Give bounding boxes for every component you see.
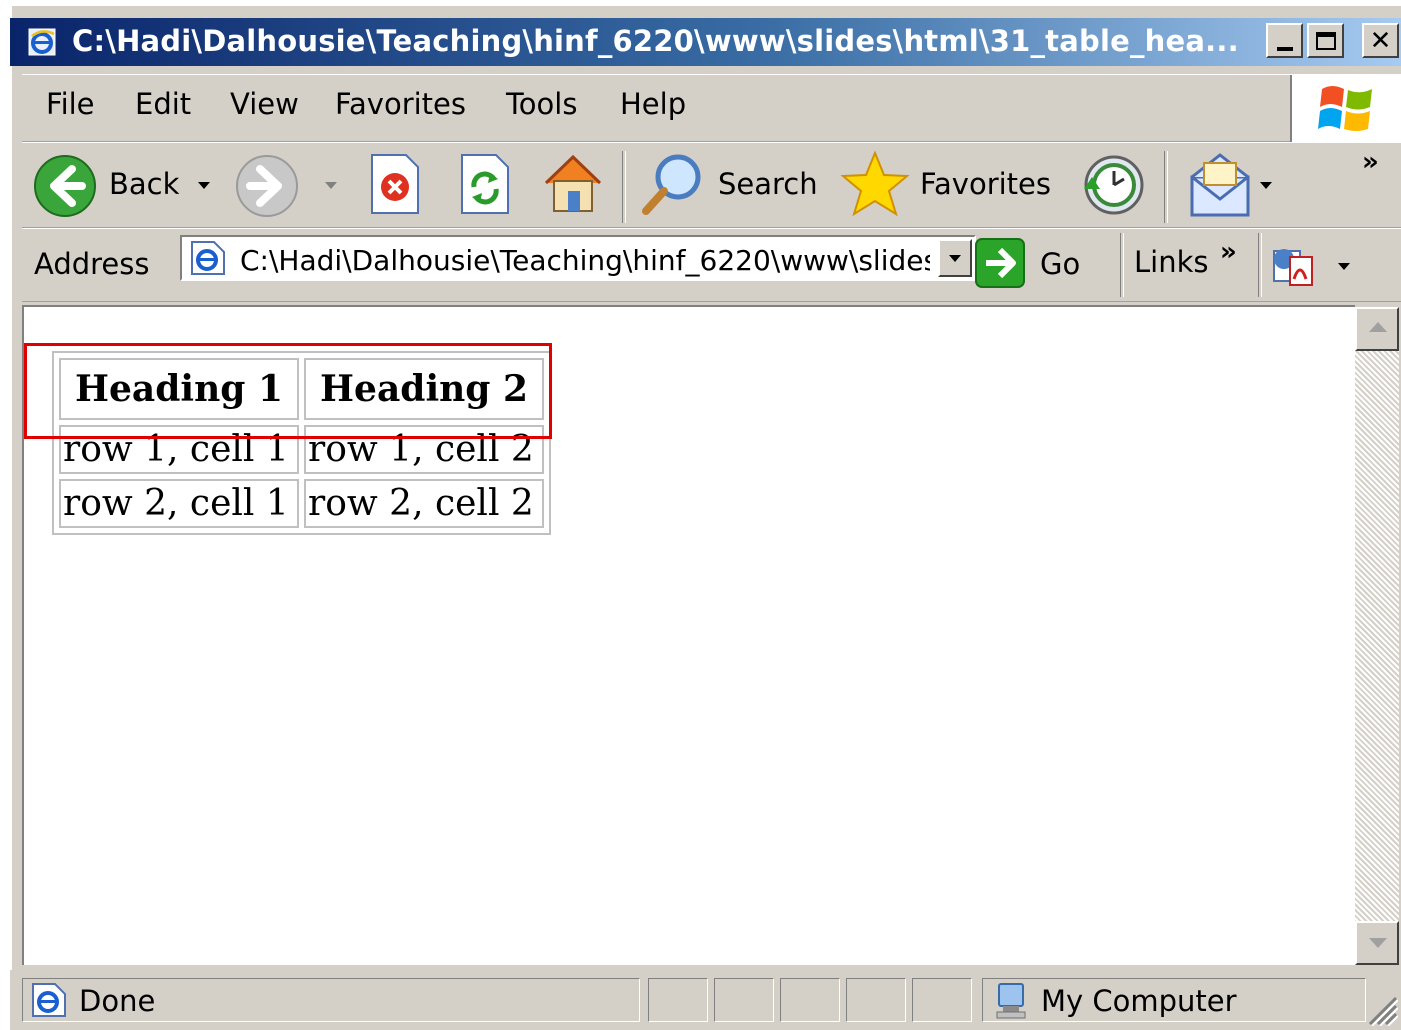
standard-toolbar: Back Search Favorites » [22, 142, 1401, 228]
status-zone-pane: My Computer [982, 978, 1366, 1022]
computer-icon [996, 983, 1026, 1019]
menu-edit[interactable]: Edit [135, 87, 191, 121]
search-label: Search [718, 167, 818, 201]
toolbar-separator [622, 151, 626, 223]
pdf-dropdown-icon[interactable] [1338, 263, 1350, 270]
table-row: row 2, cell 1 row 2, cell 2 [59, 479, 545, 528]
window-title: C:\Hadi\Dalhousie\Teaching\hinf_6220\www… [72, 24, 1239, 58]
vertical-scrollbar[interactable] [1355, 307, 1399, 965]
ie-page-icon [191, 241, 225, 275]
menu-help[interactable]: Help [620, 87, 686, 121]
favorites-star-icon [840, 150, 910, 217]
windows-logo-icon [1318, 86, 1372, 131]
toolbar-overflow-chevron[interactable]: » [1362, 147, 1379, 177]
home-icon[interactable] [540, 151, 606, 217]
toolbar-separator-2 [1164, 151, 1168, 223]
menu-bar: File Edit View Favorites Tools Help [22, 74, 1401, 143]
pdf-convert-icon[interactable] [1270, 241, 1318, 289]
status-text: Done [79, 984, 156, 1018]
address-separator [1120, 233, 1124, 297]
ie-page-icon [28, 28, 56, 56]
close-icon: ✕ [1369, 25, 1392, 56]
windows-logo-area [1290, 75, 1401, 143]
address-label: Address [34, 247, 150, 281]
scroll-up-button[interactable] [1355, 307, 1399, 351]
menu-tools[interactable]: Tools [506, 87, 577, 121]
maximize-button[interactable] [1307, 23, 1344, 58]
mail-icon[interactable] [1186, 151, 1256, 221]
status-pane [714, 978, 774, 1022]
status-pane-main: Done [22, 978, 640, 1022]
address-separator-2 [1258, 233, 1262, 297]
go-label: Go [1040, 247, 1081, 281]
chevron-down-icon [949, 255, 961, 262]
table-cell: row 2, cell 2 [304, 479, 545, 528]
mail-dropdown-icon[interactable] [1260, 182, 1272, 189]
address-dropdown-button[interactable] [938, 239, 972, 277]
status-pane [912, 978, 972, 1022]
address-input[interactable]: C:\Hadi\Dalhousie\Teaching\hinf_6220\www… [180, 235, 976, 281]
close-button[interactable]: ✕ [1362, 23, 1399, 58]
back-dropdown-icon[interactable] [198, 182, 210, 189]
forward-dropdown-icon[interactable] [325, 182, 337, 189]
title-bar[interactable]: C:\Hadi\Dalhousie\Teaching\hinf_6220\www… [10, 18, 1401, 66]
table-cell: row 2, cell 1 [59, 479, 300, 528]
status-pane [648, 978, 708, 1022]
ie-page-icon [32, 983, 66, 1017]
minimize-button[interactable] [1266, 23, 1303, 58]
history-icon[interactable] [1078, 149, 1148, 219]
favorites-label: Favorites [920, 167, 1051, 201]
favorites-button[interactable]: Favorites [840, 149, 1051, 221]
stop-icon[interactable] [368, 153, 422, 215]
back-button[interactable]: Back [32, 151, 212, 219]
resize-grip-icon[interactable] [1364, 992, 1398, 1026]
status-pane [846, 978, 906, 1022]
menu-favorites[interactable]: Favorites [335, 87, 466, 121]
zone-text: My Computer [1041, 984, 1237, 1018]
search-button[interactable]: Search [638, 149, 818, 221]
address-bar: Address C:\Hadi\Dalhousie\Teaching\hinf_… [22, 228, 1401, 302]
links-label[interactable]: Links [1134, 245, 1209, 279]
back-label: Back [109, 167, 180, 201]
search-icon [642, 154, 701, 215]
minimize-icon [1276, 46, 1293, 51]
heading-highlight-box [24, 343, 552, 439]
scroll-down-button[interactable] [1355, 921, 1399, 965]
menu-file[interactable]: File [46, 87, 95, 121]
chevron-down-icon [1369, 938, 1387, 948]
status-bar: Done My Computer [10, 970, 1401, 1030]
address-url: C:\Hadi\Dalhousie\Teaching\hinf_6220\www… [240, 244, 930, 277]
chevron-up-icon [1369, 322, 1387, 332]
refresh-icon[interactable] [458, 153, 512, 215]
back-arrow-icon [34, 155, 96, 217]
status-pane [780, 978, 840, 1022]
menu-view[interactable]: View [230, 87, 299, 121]
maximize-icon [1315, 31, 1336, 50]
go-arrow-icon [975, 238, 1025, 288]
go-button[interactable]: Go [974, 233, 1094, 293]
links-chevron[interactable]: » [1220, 237, 1237, 267]
forward-arrow-icon[interactable] [234, 153, 300, 219]
